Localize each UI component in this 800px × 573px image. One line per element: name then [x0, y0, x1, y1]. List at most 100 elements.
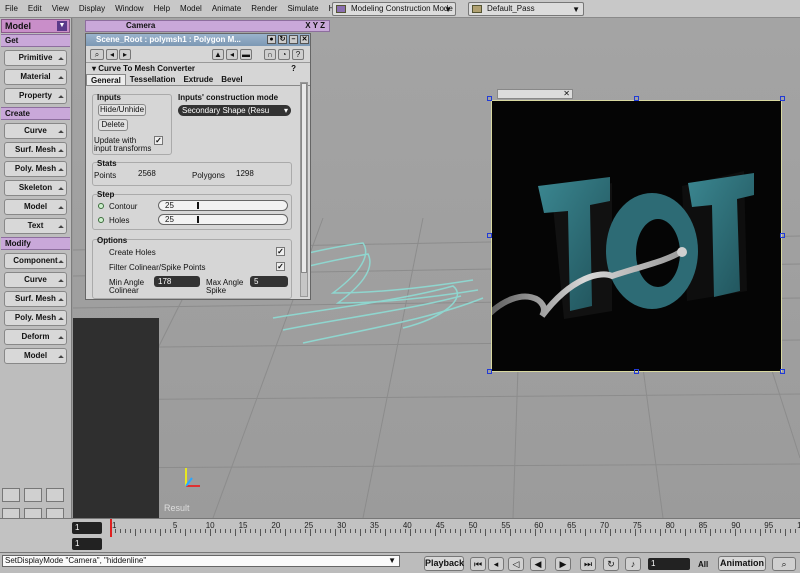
menu-display[interactable]: Display — [74, 0, 110, 18]
revert-icon[interactable]: ◂ — [226, 49, 238, 60]
search-icon[interactable]: ⌕ — [772, 557, 796, 571]
timeline-ruler[interactable]: 1510152025303540455055606570758085909510… — [110, 519, 800, 536]
command-text[interactable]: SetDisplayMode "Camera", "hiddenline" — [5, 556, 146, 565]
chevron-down-icon[interactable]: ▼ — [388, 556, 396, 566]
create-poly-mesh-button[interactable]: Poly. Mesh — [4, 161, 67, 177]
camera-label[interactable]: Camera — [126, 21, 155, 31]
menu-file[interactable]: File — [0, 0, 23, 18]
modify-component-button[interactable]: Component — [4, 253, 67, 269]
refresh-icon[interactable]: ↻ — [278, 35, 287, 44]
create-surf-mesh-button[interactable]: Surf. Mesh — [4, 142, 67, 158]
toolbar-title[interactable]: Model ▼ — [1, 19, 70, 33]
update-with-transforms-checkbox[interactable]: ✓ — [154, 136, 163, 145]
construction-mode-dropdown[interactable]: Secondary Shape (Resu ▾ — [178, 105, 291, 116]
close-icon[interactable]: ✕ — [563, 90, 570, 98]
help-icon[interactable]: ? — [292, 49, 304, 60]
selection-handle[interactable] — [780, 369, 785, 374]
menu-view[interactable]: View — [47, 0, 74, 18]
magnet-icon[interactable]: ∩ — [264, 49, 276, 60]
help-icon[interactable]: ? — [291, 63, 296, 74]
delete-button[interactable]: Delete — [98, 119, 128, 131]
menu-edit[interactable]: Edit — [23, 0, 47, 18]
animation-button[interactable]: Animation — [718, 556, 766, 571]
audio-icon[interactable]: ♪ — [625, 557, 641, 571]
play-icon[interactable]: ▶ — [555, 557, 571, 571]
all-label[interactable]: All — [698, 560, 708, 569]
create-curve-button[interactable]: Curve — [4, 123, 67, 139]
layout-single-icon[interactable] — [2, 488, 20, 502]
menu-model[interactable]: Model — [175, 0, 207, 18]
play-reverse-icon[interactable]: ◀ — [530, 557, 546, 571]
slider-knob[interactable] — [197, 202, 199, 209]
panel-subtitle-row[interactable]: ▾ Curve To Mesh Converter ? — [86, 63, 310, 74]
selection-handle[interactable] — [487, 96, 492, 101]
modify-surf-mesh-button[interactable]: Surf. Mesh — [4, 291, 67, 307]
create-skeleton-button[interactable]: Skeleton — [4, 180, 67, 196]
current-frame-field[interactable]: 1 — [72, 538, 102, 550]
preset-icon[interactable]: ◔ — [278, 49, 290, 60]
start-frame-field[interactable]: 1 — [72, 522, 102, 534]
menu-simulate[interactable]: Simulate — [282, 0, 323, 18]
max-angle-field[interactable]: 5 — [250, 276, 288, 287]
modify-poly-mesh-button[interactable]: Poly. Mesh — [4, 310, 67, 326]
panel-title-bar[interactable]: Scene_Root : polymsh1 : Polygon M... ● ↻… — [86, 34, 310, 46]
axes-label[interactable]: X Y Z — [305, 21, 325, 31]
hide-unhide-button[interactable]: Hide/Unhide — [98, 104, 146, 116]
selection-handle[interactable] — [487, 233, 492, 238]
tab-extrude[interactable]: Extrude — [179, 74, 217, 85]
contour-slider[interactable]: 25 — [158, 200, 288, 211]
playhead[interactable] — [110, 519, 112, 537]
tab-bevel[interactable]: Bevel — [217, 74, 246, 85]
create-model-button[interactable]: Model — [4, 199, 67, 215]
prev-icon[interactable]: ◂ — [106, 49, 118, 60]
render-region[interactable] — [491, 100, 782, 372]
last-frame-icon[interactable]: ⏭ — [580, 557, 596, 571]
layout-split-icon[interactable] — [24, 488, 42, 502]
layout-quad-icon[interactable] — [46, 488, 64, 502]
step-back-icon[interactable]: ◁ — [508, 557, 524, 571]
modify-model-button[interactable]: Model — [4, 348, 67, 364]
panel-scrollbar[interactable] — [300, 82, 308, 297]
modify-curve-button[interactable]: Curve — [4, 272, 67, 288]
slider-knob[interactable] — [197, 216, 199, 223]
contour-anim-icon[interactable] — [98, 203, 104, 209]
min-angle-field[interactable]: 178 — [154, 276, 200, 287]
playback-button[interactable]: Playback — [424, 556, 464, 571]
create-text-button[interactable]: Text — [4, 218, 67, 234]
timeline[interactable]: 1 1 1 5 10 15 20 25 30 35 40 45 50 55 60 65 70 75 80 85 90… — [0, 518, 800, 552]
selection-handle[interactable] — [780, 96, 785, 101]
prev-key-icon[interactable]: ◂ — [488, 557, 504, 571]
property-button[interactable]: Property — [4, 88, 67, 104]
collapse-icon[interactable]: ▾ — [92, 64, 96, 73]
lock-icon[interactable]: ● — [267, 35, 276, 44]
holes-value[interactable]: 25 — [165, 215, 174, 224]
render-pass-combo[interactable]: Default_Pass ▼ — [468, 2, 584, 16]
menu-render[interactable]: Render — [246, 0, 282, 18]
construction-mode-combo[interactable]: Modeling Construction Mode ▼ — [332, 2, 456, 16]
selection-handle[interactable] — [634, 96, 639, 101]
modify-deform-button[interactable]: Deform — [4, 329, 67, 345]
primitive-button[interactable]: Primitive — [4, 50, 67, 66]
selection-handle[interactable] — [780, 233, 785, 238]
filter-colinear-checkbox[interactable]: ✓ — [276, 262, 285, 271]
loop-icon[interactable]: ↻ — [603, 557, 619, 571]
tab-tessellation[interactable]: Tessellation — [126, 74, 180, 85]
chevron-down-icon[interactable]: ▼ — [57, 21, 67, 31]
command-line[interactable]: SetDisplayMode "Camera", "hiddenline" ▼ — [2, 555, 400, 567]
next-icon[interactable]: ▸ — [119, 49, 131, 60]
camera-icon[interactable]: ▲ — [212, 49, 224, 60]
holes-anim-icon[interactable] — [98, 217, 104, 223]
material-button[interactable]: Material — [4, 69, 67, 85]
selection-handle[interactable] — [634, 369, 639, 374]
selection-handle[interactable] — [487, 369, 492, 374]
holes-slider[interactable]: 25 — [158, 214, 288, 225]
menu-help[interactable]: Help — [149, 0, 175, 18]
scrollbar-thumb[interactable] — [301, 83, 307, 273]
menu-window[interactable]: Window — [110, 0, 148, 18]
tab-general[interactable]: General — [86, 74, 126, 85]
minimize-icon[interactable]: – — [289, 35, 298, 44]
render-region-bar[interactable]: ✕ — [497, 89, 573, 99]
viewport-header[interactable]: Camera X Y Z — [85, 20, 330, 32]
first-frame-icon[interactable]: ⏮ — [470, 557, 486, 571]
search-icon[interactable]: ⌕ — [90, 49, 104, 60]
